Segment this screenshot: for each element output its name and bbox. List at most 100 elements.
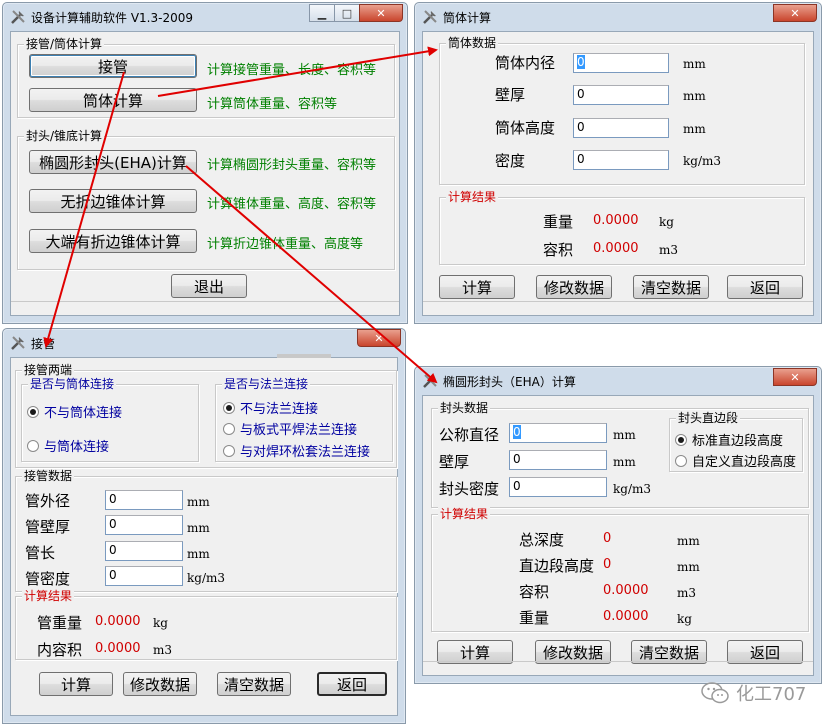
weight-label: 重量 <box>543 213 574 231</box>
thickness-input[interactable]: 0 <box>573 85 669 105</box>
close-button[interactable]: ✕ <box>359 4 403 22</box>
shell-window: 筒体计算 ✕ 筒体数据 筒体内径 0 mm 壁厚 0 mm 筒体高度 0 mm … <box>414 2 822 324</box>
length-unit: mm <box>187 547 210 561</box>
radio-unchecked-icon <box>27 439 39 452</box>
main-titlebar[interactable]: 设备计算辅助软件 V1.3-2009 ▁ □ ✕ <box>3 3 407 31</box>
thickness-unit: mm <box>613 455 636 469</box>
status-bar <box>423 661 813 675</box>
nominal-diameter-input[interactable]: 0 <box>509 423 607 443</box>
clear-button[interactable]: 清空数据 <box>217 672 291 696</box>
thickness-unit: mm <box>683 89 706 103</box>
thickness-unit: mm <box>187 521 210 535</box>
shell-title: 筒体计算 <box>443 10 492 25</box>
shell-button[interactable]: 筒体计算 <box>29 88 197 112</box>
volume-value: 0.0000 <box>95 641 141 656</box>
radio-standard-height[interactable]: 标准直边段高度 <box>675 430 783 449</box>
group-title: 接管两端 <box>22 363 75 377</box>
main-title: 设备计算辅助软件 V1.3-2009 <box>31 10 193 25</box>
calc-button[interactable]: 计算 <box>39 672 113 696</box>
group-title: 封头直边段 <box>676 411 741 425</box>
close-icon: ✕ <box>790 370 800 384</box>
minimize-icon: ▁ <box>317 6 327 20</box>
close-button[interactable]: ✕ <box>773 4 817 22</box>
height-input[interactable]: 0 <box>573 118 669 138</box>
back-button[interactable]: 返回 <box>317 672 387 696</box>
eha-title: 椭圆形封头（EHA）计算 <box>443 374 576 389</box>
pipe-client: 接管两端 是否与筒体连接 不与筒体连接 与筒体连接 是否与法兰连接 不与法兰连接… <box>10 354 398 716</box>
radio-with-shell[interactable]: 与筒体连接 <box>27 436 109 455</box>
od-input[interactable]: 0 <box>105 490 183 510</box>
density-input[interactable]: 0 <box>105 566 183 586</box>
radio-plate-flange[interactable]: 与板式平焊法兰连接 <box>223 419 357 438</box>
thickness-input[interactable]: 0 <box>105 515 183 535</box>
head-density-input[interactable]: 0 <box>509 477 607 497</box>
thickness-input[interactable]: 0 <box>509 450 607 470</box>
cone-button[interactable]: 无折边锥体计算 <box>29 189 197 213</box>
group-title: 计算结果 <box>446 190 499 204</box>
cone-description: 计算锥体重量、高度、容积等 <box>207 197 377 212</box>
minimize-button[interactable]: ▁ <box>309 4 335 22</box>
weight-value: 0.0000 <box>593 213 639 228</box>
close-icon: ✕ <box>374 331 384 345</box>
head-density-unit: kg/m3 <box>613 482 652 496</box>
group-title: 是否与法兰连接 <box>222 377 311 391</box>
od-label: 管外径 <box>25 492 71 510</box>
nominal-diameter-unit: mm <box>613 428 636 442</box>
volume-unit: m3 <box>659 243 679 257</box>
length-input[interactable]: 0 <box>105 541 183 561</box>
radio-no-flange[interactable]: 不与法兰连接 <box>223 398 318 417</box>
close-button[interactable]: ✕ <box>357 329 401 347</box>
volume-unit: m3 <box>153 643 173 657</box>
radio-no-shell[interactable]: 不与筒体连接 <box>27 402 122 421</box>
pipe-title: 接管 <box>31 336 56 351</box>
height-unit: mm <box>683 122 706 136</box>
volume-label: 容积 <box>519 583 550 601</box>
radio-unchecked-icon <box>223 422 235 435</box>
tools-icon <box>9 334 27 352</box>
eha-client: 封头数据 公称直径 0 mm 壁厚 0 mm 封头密度 0 kg/m3 封头直边… <box>422 395 814 676</box>
head-density-label: 封头密度 <box>439 480 500 498</box>
radio-custom-height[interactable]: 自定义直边段高度 <box>675 451 796 470</box>
pipe-window: 接管 ✕ 接管两端 是否与筒体连接 不与筒体连接 与筒体连接 是否与法兰连接 不… <box>2 328 406 724</box>
total-depth-unit: mm <box>677 534 700 548</box>
status-bar <box>11 301 399 315</box>
radio-checked-icon <box>27 405 39 418</box>
main-window: 设备计算辅助软件 V1.3-2009 ▁ □ ✕ 接管/筒体计算 接管 计算接管… <box>2 2 408 324</box>
total-depth-label: 总深度 <box>519 531 565 549</box>
shell-titlebar[interactable]: 筒体计算 ✕ <box>415 3 821 31</box>
density-label: 密度 <box>495 152 526 170</box>
density-unit: kg/m3 <box>187 571 226 585</box>
radio-checked-icon <box>675 433 687 446</box>
flanged-cone-button[interactable]: 大端有折边锥体计算 <box>29 229 197 253</box>
chat-bubble-icon <box>700 680 730 706</box>
back-button[interactable]: 返回 <box>727 275 803 299</box>
title-overlap <box>277 354 331 358</box>
watermark-text: 化工707 <box>736 684 807 705</box>
radio-unchecked-icon <box>675 454 687 467</box>
calc-button[interactable]: 计算 <box>439 275 515 299</box>
volume-value: 0.0000 <box>593 241 639 256</box>
shell-description: 计算筒体重量、容积等 <box>207 97 338 112</box>
pipe-button[interactable]: 接管 <box>29 54 197 78</box>
close-button[interactable]: ✕ <box>773 368 817 386</box>
exit-button[interactable]: 退出 <box>171 274 247 298</box>
modify-button[interactable]: 修改数据 <box>123 672 197 696</box>
pipe-titlebar[interactable]: 接管 ✕ <box>3 329 405 357</box>
inner-diameter-input[interactable]: 0 <box>573 53 669 73</box>
radio-loose-flange[interactable]: 与对焊环松套法兰连接 <box>223 441 370 460</box>
eha-titlebar[interactable]: 椭圆形封头（EHA）计算 ✕ <box>415 367 821 395</box>
density-input[interactable]: 0 <box>573 150 669 170</box>
maximize-button[interactable]: □ <box>334 4 360 22</box>
pipe-description: 计算接管重量、长度、容积等 <box>207 63 377 78</box>
group-title: 筒体数据 <box>446 36 499 50</box>
group-title: 封头数据 <box>438 401 491 415</box>
clear-button[interactable]: 清空数据 <box>633 275 709 299</box>
tools-icon <box>9 8 27 26</box>
eha-button[interactable]: 椭圆形封头(EHA)计算 <box>29 150 197 174</box>
volume-unit: m3 <box>677 586 697 600</box>
group-title: 是否与筒体连接 <box>28 377 117 391</box>
modify-button[interactable]: 修改数据 <box>536 275 612 299</box>
watermark: 化工707 <box>700 680 806 706</box>
nominal-diameter-label: 公称直径 <box>439 426 500 444</box>
maximize-icon: □ <box>341 6 353 20</box>
